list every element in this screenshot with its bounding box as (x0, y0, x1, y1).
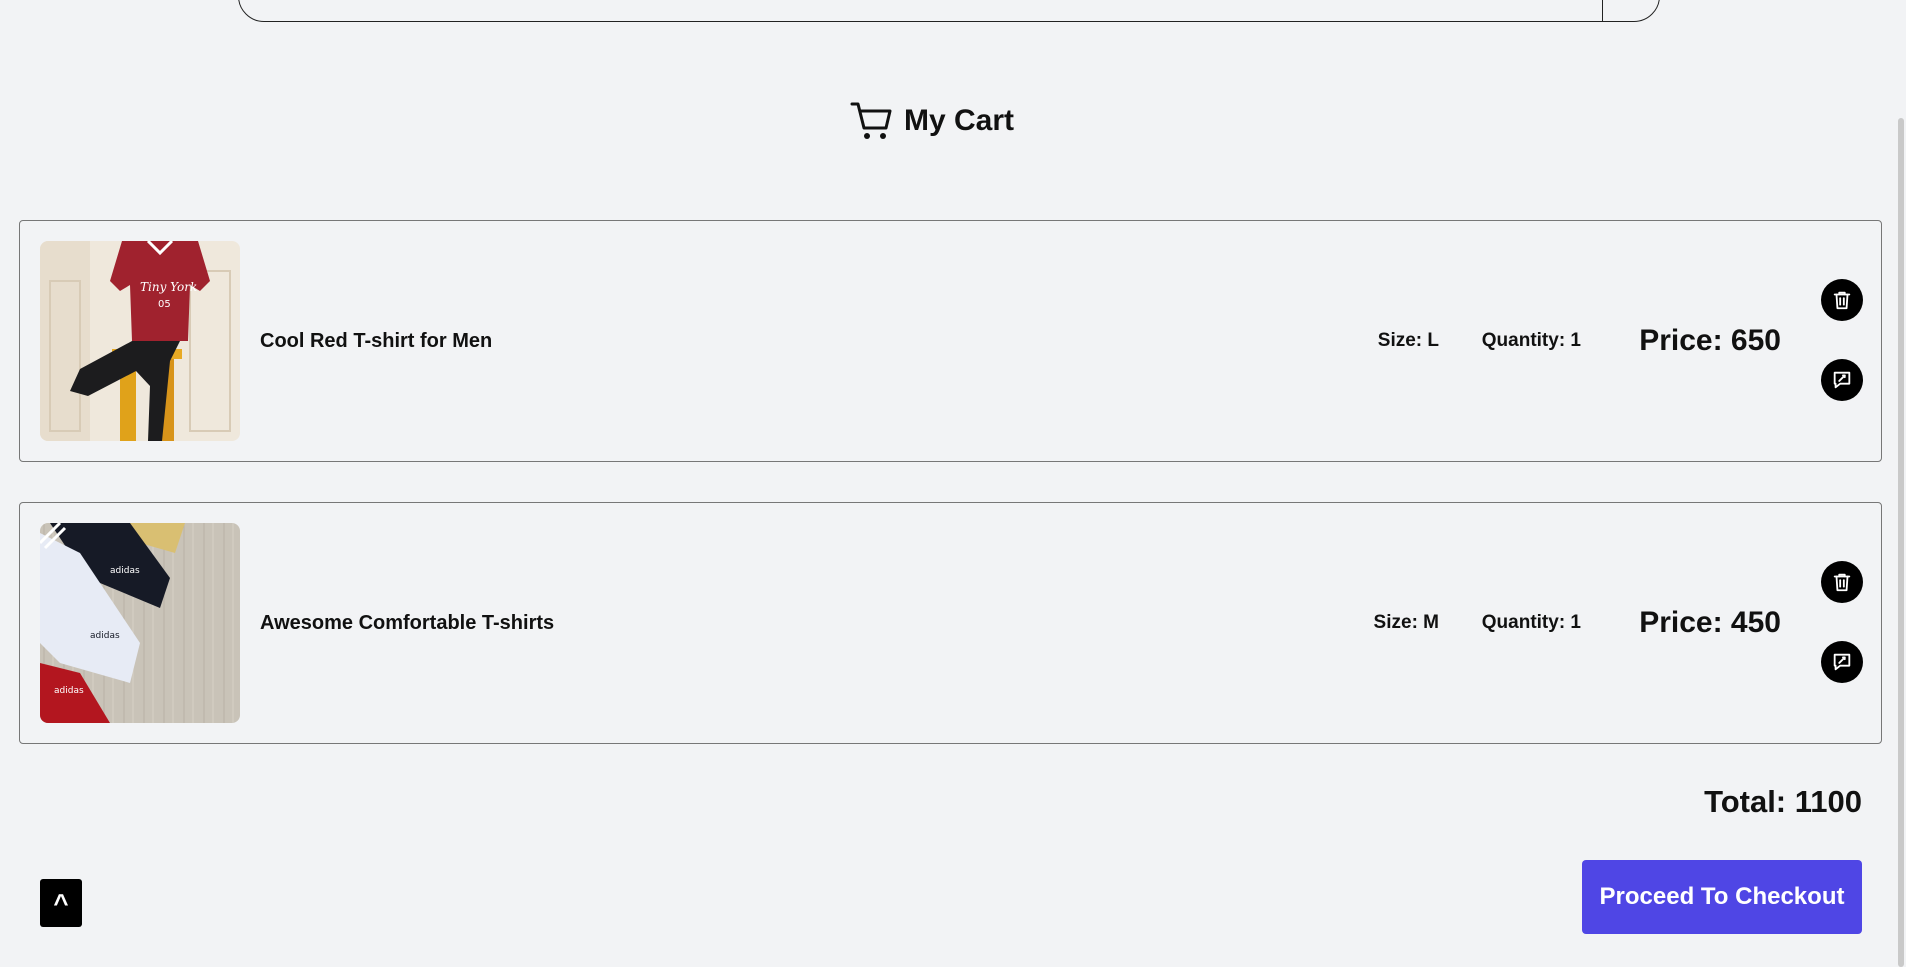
product-quantity: Quantity: 1 (1481, 612, 1581, 633)
scrollbar-thumb[interactable] (1898, 118, 1904, 967)
page-title: My Cart (903, 104, 1015, 137)
search-divider (1601, 0, 1603, 21)
svg-text:05: 05 (158, 299, 171, 310)
delete-item-button[interactable] (1821, 279, 1863, 321)
svg-text:Tiny York: Tiny York (140, 280, 197, 294)
svg-text:adidas: adidas (54, 686, 84, 696)
cart-item: adidas adidas adidas Awesome Comfortable… (19, 502, 1882, 744)
trash-icon (1833, 291, 1851, 310)
product-image[interactable]: adidas adidas adidas (40, 523, 240, 723)
product-name[interactable]: Awesome Comfortable T-shirts (260, 503, 554, 743)
trash-icon (1833, 573, 1851, 592)
cart-header: My Cart (0, 100, 1864, 142)
svg-text:adidas: adidas (110, 566, 140, 576)
page-scrollbar[interactable] (1896, 0, 1906, 967)
proceed-to-checkout-button[interactable]: Proceed To Checkout (1582, 860, 1862, 934)
delete-item-button[interactable] (1821, 561, 1863, 603)
scroll-to-top-button[interactable]: ^ (40, 879, 82, 927)
product-quantity: Quantity: 1 (1481, 330, 1581, 351)
svg-text:adidas: adidas (90, 631, 120, 641)
edit-item-button[interactable] (1821, 641, 1863, 683)
search-bar[interactable] (238, 0, 1660, 22)
edit-icon (1833, 371, 1851, 389)
cart-total: Total: 1100 (1704, 784, 1862, 819)
cart-item: Tiny York 05 Cool Red T-shirt for Men Si… (19, 220, 1882, 462)
cart-icon (850, 102, 892, 139)
cart-page: My Cart Tiny York 05 Cool Red T-shirt fo… (0, 0, 1906, 967)
product-size: Size: M (1373, 612, 1439, 633)
product-price: Price: 650 (1639, 324, 1781, 357)
product-size: Size: L (1377, 330, 1439, 351)
edit-icon (1833, 653, 1851, 671)
edit-item-button[interactable] (1821, 359, 1863, 401)
product-image[interactable]: Tiny York 05 (40, 241, 240, 441)
product-name[interactable]: Cool Red T-shirt for Men (260, 221, 492, 461)
product-price: Price: 450 (1639, 606, 1781, 639)
